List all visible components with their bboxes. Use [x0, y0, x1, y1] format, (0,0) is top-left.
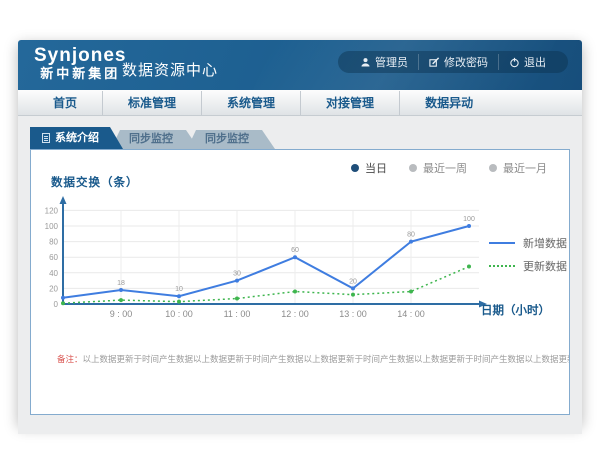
legend-updated-data-label: 更新数据 [523, 258, 567, 274]
svg-text:11 : 00: 11 : 00 [224, 309, 251, 319]
nav-item-standard-mgmt[interactable]: 标准管理 [102, 91, 201, 115]
legend-line-solid-icon [489, 242, 515, 244]
radio-last-week[interactable]: 最近一周 [409, 160, 467, 176]
svg-text:13 : 00: 13 : 00 [339, 309, 367, 319]
legend-item-updated-data: 更新数据 [489, 258, 567, 274]
user-menu-logout-label: 退出 [524, 54, 546, 70]
y-axis-title: 数据交换（条） [51, 174, 139, 190]
svg-text:40: 40 [49, 269, 58, 278]
svg-text:14 : 00: 14 : 00 [397, 309, 425, 319]
time-range-filter: 当日 最近一周 最近一月 [351, 160, 547, 176]
logo-text-cn: 新中新集团 [34, 66, 126, 82]
chart-panel: 当日 最近一周 最近一月 数据交换（条） 0 20 40 60 80 100 120 9 : … [30, 149, 570, 415]
page-title: 数据资源中心 [122, 59, 218, 80]
tab-system-intro[interactable]: 系统介绍 [30, 127, 123, 149]
radio-dot-icon [351, 164, 359, 172]
user-menu-admin-label: 管理员 [375, 54, 408, 70]
user-menu-change-password-label: 修改密码 [444, 54, 488, 70]
legend-new-data-label: 新增数据 [523, 235, 567, 251]
edit-icon [429, 57, 440, 68]
tab-bar: 系统介绍 同步监控 同步监控 [30, 127, 582, 149]
chart-legend: 新增数据 更新数据 [489, 228, 567, 281]
radio-today[interactable]: 当日 [351, 160, 387, 176]
radio-last-month[interactable]: 最近一月 [489, 160, 547, 176]
svg-text:0: 0 [54, 300, 59, 309]
svg-text:18: 18 [117, 280, 125, 287]
tab-sync-monitor-2-label: 同步监控 [205, 133, 249, 145]
svg-text:9 : 00: 9 : 00 [110, 309, 133, 319]
footer-note: 备注：以上数据更新于时间产生数据以上数据更新于时间产生数据以上数据更新于时间产生… [57, 353, 570, 365]
main-nav: 首页 标准管理 系统管理 对接管理 数据异动 [18, 90, 582, 116]
legend-line-dotted-icon [489, 265, 515, 267]
svg-text:80: 80 [49, 238, 58, 247]
tab-sync-monitor-2[interactable]: 同步监控 [187, 130, 275, 149]
user-icon [360, 57, 371, 68]
nav-item-system-mgmt[interactable]: 系统管理 [201, 91, 300, 115]
company-logo: Synjones 新中新集团 [34, 46, 126, 82]
nav-item-data-change[interactable]: 数据异动 [399, 91, 498, 115]
radio-last-week-label: 最近一周 [423, 160, 467, 176]
svg-text:100: 100 [45, 222, 59, 231]
app-window: Synjones 新中新集团 数据资源中心 管理员 修改密码 [18, 40, 582, 424]
tab-system-intro-label: 系统介绍 [55, 127, 99, 149]
page: Synjones 新中新集团 数据资源中心 管理员 修改密码 [0, 0, 600, 450]
radio-dot-icon [409, 164, 417, 172]
logo-text-en: Synjones [34, 46, 126, 66]
svg-text:20: 20 [349, 278, 357, 285]
svg-text:60: 60 [291, 247, 299, 254]
svg-text:10 : 00: 10 : 00 [165, 309, 193, 319]
user-menu-logout[interactable]: 退出 [498, 54, 556, 70]
user-menu-change-password[interactable]: 修改密码 [418, 54, 498, 70]
radio-today-label: 当日 [365, 160, 387, 176]
tab-sync-monitor-1[interactable]: 同步监控 [111, 130, 199, 149]
document-icon [42, 133, 50, 143]
nav-item-interface-mgmt[interactable]: 对接管理 [300, 91, 399, 115]
svg-text:20: 20 [49, 284, 58, 293]
nav-item-home[interactable]: 首页 [28, 91, 102, 115]
radio-dot-icon [489, 164, 497, 172]
x-axis-title: 日期（小时） [481, 302, 550, 318]
svg-text:100: 100 [463, 216, 475, 223]
svg-text:120: 120 [45, 206, 59, 215]
user-menu: 管理员 修改密码 退出 [338, 51, 568, 73]
app-header: Synjones 新中新集团 数据资源中心 管理员 修改密码 [18, 40, 582, 90]
svg-text:12 : 00: 12 : 00 [281, 309, 309, 319]
radio-last-month-label: 最近一月 [503, 160, 547, 176]
line-chart: 0 20 40 60 80 100 120 9 : 00 10 : 00 11 : 00 12 : … [43, 192, 513, 332]
svg-text:60: 60 [49, 253, 58, 262]
power-icon [509, 57, 520, 68]
content-area: 系统介绍 同步监控 同步监控 当日 最近一周 [18, 127, 582, 434]
legend-item-new-data: 新增数据 [489, 235, 567, 251]
tab-sync-monitor-1-label: 同步监控 [129, 133, 173, 145]
footer-note-text: 以上数据更新于时间产生数据以上数据更新于时间产生数据以上数据更新于时间产生数据以… [83, 354, 570, 364]
footer-note-prefix: 备注： [57, 354, 83, 364]
svg-text:80: 80 [407, 232, 415, 239]
user-menu-admin[interactable]: 管理员 [350, 54, 418, 70]
svg-text:10: 10 [175, 286, 183, 293]
svg-text:30: 30 [233, 271, 241, 278]
